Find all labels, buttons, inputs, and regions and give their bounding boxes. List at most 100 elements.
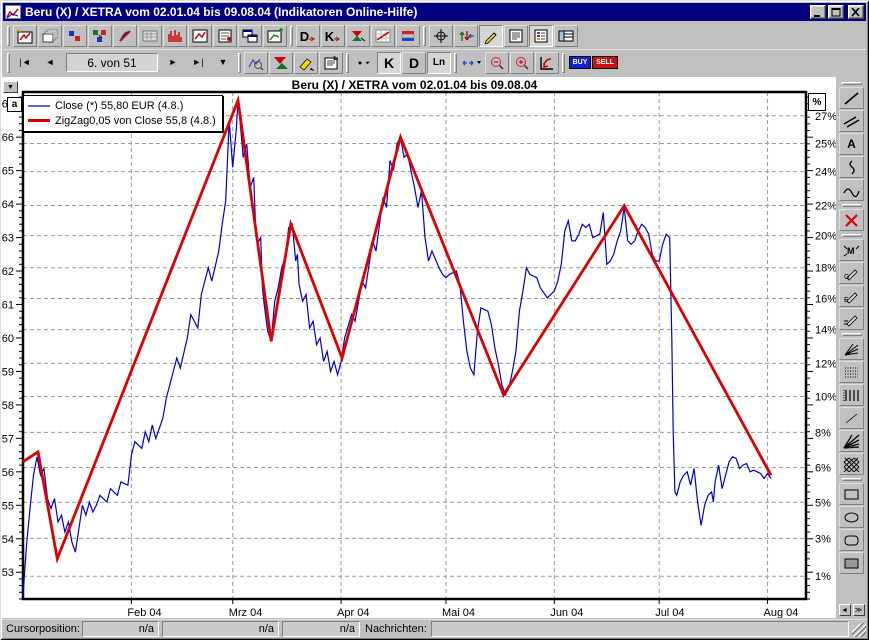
indicator-d-button[interactable]: D: [296, 25, 320, 47]
line-chart-button[interactable]: [188, 25, 212, 47]
new-chart-button[interactable]: [13, 25, 37, 47]
quote-squares-icon[interactable]: [63, 25, 87, 47]
rounded-rectangle-tool[interactable]: [839, 529, 864, 551]
gann-fan-tool[interactable]: [839, 430, 864, 452]
properties-button[interactable]: [319, 52, 343, 74]
chart-grid-icon[interactable]: [371, 25, 395, 47]
zoom-in-button[interactable]: [510, 52, 534, 74]
scroll-arrows-button[interactable]: [460, 52, 484, 74]
toolbar-grip[interactable]: [290, 26, 293, 46]
maximize-button[interactable]: [828, 5, 844, 19]
toolbar-grip[interactable]: [842, 234, 862, 237]
svg-text:25%: 25%: [815, 139, 836, 151]
scroll-down-button[interactable]: ≫: [853, 604, 865, 616]
toolbar-grip[interactable]: [562, 53, 565, 73]
crosshair-button[interactable]: [429, 25, 453, 47]
nav-dropdown-button[interactable]: ▼: [211, 52, 235, 74]
left-axis-mode-button[interactable]: a: [7, 97, 22, 112]
new-chart-window-button[interactable]: [263, 25, 287, 47]
zigzag-tool-button[interactable]: [269, 52, 293, 74]
delete-drawing-tool[interactable]: [839, 209, 864, 231]
toolbar-grip[interactable]: [423, 26, 426, 46]
svg-text:E: E: [844, 297, 849, 304]
sell-button[interactable]: SELL: [593, 52, 617, 74]
filled-rectangle-tool[interactable]: [839, 552, 864, 574]
fibonacci-levels-tool[interactable]: [839, 361, 864, 383]
speed-fan-tool[interactable]: [839, 338, 864, 360]
titlebar[interactable]: Beru (X) / XETRA vom 02.01.04 bis 09.08.…: [3, 3, 866, 21]
ellipse-tool[interactable]: [839, 506, 864, 528]
chart-search-button[interactable]: [244, 52, 268, 74]
scale-arrows-button[interactable]: [454, 25, 478, 47]
parallel-lines-tool[interactable]: [839, 110, 864, 132]
svg-text:59: 59: [2, 366, 14, 378]
remove-indicator-button[interactable]: [113, 25, 137, 47]
minimize-button[interactable]: [810, 5, 826, 19]
pencil-e-tool[interactable]: E: [839, 285, 864, 307]
chart-type-d-button[interactable]: D: [402, 52, 426, 74]
curve-line-tool[interactable]: [839, 179, 864, 201]
messages-field: [431, 621, 849, 637]
highlighter-button[interactable]: [294, 52, 318, 74]
nav-last-button[interactable]: ►|: [186, 52, 210, 74]
compare-zigzag-icon[interactable]: [346, 25, 370, 47]
trend-line-tool[interactable]: [839, 87, 864, 109]
svg-text:55: 55: [2, 500, 14, 512]
volume-histogram-icon[interactable]: [163, 25, 187, 47]
close-button[interactable]: [848, 5, 864, 19]
report-button[interactable]: [213, 25, 237, 47]
candle-type-k-button[interactable]: K: [377, 52, 401, 74]
nav-previous-button[interactable]: ◄: [38, 52, 62, 74]
toolbar-grip[interactable]: [842, 82, 862, 85]
right-axis-mode-button[interactable]: %: [808, 93, 826, 111]
buy-button[interactable]: BUY: [568, 52, 592, 74]
cascade-windows-button[interactable]: [238, 25, 262, 47]
freehand-line-tool[interactable]: [839, 156, 864, 178]
toolbar-grip[interactable]: [454, 53, 457, 73]
svg-text:Aug 04: Aug 04: [764, 607, 799, 618]
nav-next-button[interactable]: ►: [161, 52, 185, 74]
vertical-lines-tool[interactable]: [839, 384, 864, 406]
toolbar-grip[interactable]: [842, 204, 862, 207]
svg-text:58: 58: [2, 400, 14, 412]
period-dot-button[interactable]: [352, 52, 376, 74]
zoom-reset-button[interactable]: [535, 52, 559, 74]
text-label-tool[interactable]: A: [839, 133, 864, 155]
resize-grip[interactable]: [852, 623, 866, 637]
data-table-icon[interactable]: [138, 25, 162, 47]
toolbar-grip[interactable]: [842, 478, 862, 481]
svg-text:Mai 04: Mai 04: [442, 607, 475, 618]
pencil-g-tool[interactable]: G: [839, 262, 864, 284]
price-chart[interactable]: 67666564636261605958575655545327%25%24%2…: [2, 77, 836, 618]
toolbar-grip[interactable]: [238, 53, 241, 73]
svg-text:60: 60: [2, 333, 14, 345]
transfer-squares-icon[interactable]: [88, 25, 112, 47]
nav-first-button[interactable]: |◄: [13, 52, 37, 74]
thin-line-tool[interactable]: [839, 407, 864, 429]
text-note-button[interactable]: [504, 25, 528, 47]
toolbar-grip[interactable]: [7, 53, 10, 73]
log-scale-ln-button[interactable]: Ln: [427, 52, 451, 74]
draw-pencil-button[interactable]: [479, 25, 503, 47]
svg-text:Feb 04: Feb 04: [127, 607, 161, 618]
rectangle-tool[interactable]: [839, 483, 864, 505]
toolbar-grip[interactable]: [7, 26, 10, 46]
scroll-left-button[interactable]: ◄: [839, 604, 851, 616]
level-lines-icon[interactable]: [396, 25, 420, 47]
indicator-list-button[interactable]: [529, 25, 553, 47]
svg-text:6%: 6%: [815, 462, 831, 474]
toolbar-scrollers: ◄ ≫: [839, 604, 865, 616]
svg-text:Jul 04: Jul 04: [655, 607, 684, 618]
indicator-k-button[interactable]: K: [321, 25, 345, 47]
svg-text:18%: 18%: [815, 263, 836, 275]
zoom-out-button[interactable]: [485, 52, 509, 74]
pencil-equal-tool[interactable]: [839, 308, 864, 330]
svg-text:66: 66: [2, 132, 14, 144]
layout-split-button[interactable]: [554, 25, 578, 47]
crosshatch-tool[interactable]: [839, 453, 864, 475]
toolbar-grip[interactable]: [346, 53, 349, 73]
chart-position-field[interactable]: 6. von 51: [66, 53, 158, 72]
copy-chart-button[interactable]: [38, 25, 62, 47]
move-points-tool[interactable]: M: [839, 239, 864, 261]
toolbar-grip[interactable]: [842, 333, 862, 336]
